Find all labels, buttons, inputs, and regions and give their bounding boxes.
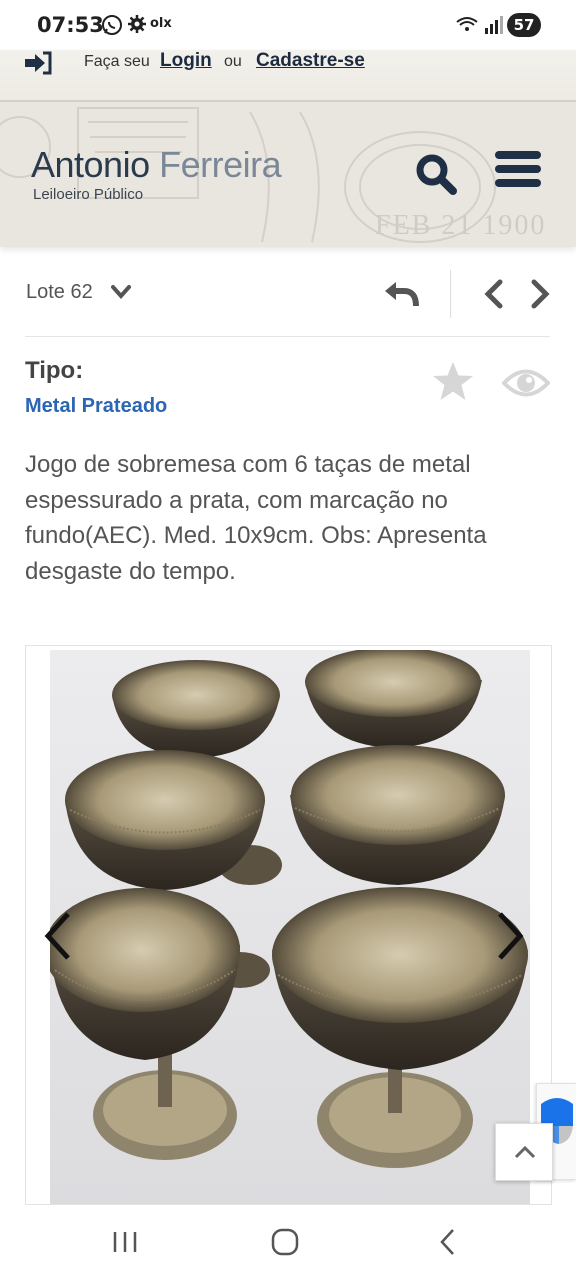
chevron-down-icon[interactable] (110, 284, 132, 300)
sign-in-icon[interactable] (23, 51, 53, 75)
lot-navigation: Lote 62 (0, 268, 576, 318)
login-link[interactable]: Login (160, 50, 212, 72)
chevron-right-icon[interactable] (528, 278, 552, 310)
lot-description: Jogo de sobremesa com 6 taças de metal e… (25, 451, 487, 585)
star-icon[interactable] (430, 360, 476, 404)
home-icon[interactable] (270, 1227, 300, 1257)
recents-icon[interactable] (110, 1227, 140, 1257)
register-link[interactable]: Cadastre-se (256, 50, 365, 72)
status-time: 07:53 (37, 13, 104, 37)
brand-logo[interactable]: Antonio Ferreira (31, 144, 282, 186)
brand-last: Ferreira (159, 144, 282, 185)
olx-notification: olx (150, 16, 172, 31)
chevron-left-icon[interactable] (482, 278, 506, 310)
back-to-top-button[interactable] (495, 1123, 553, 1181)
signal-icon (456, 16, 503, 34)
whatsapp-icon (102, 15, 122, 35)
eye-icon[interactable] (502, 366, 550, 400)
battery-indicator: 57 (507, 13, 541, 37)
status-bar: 07:53 olx 57 (0, 0, 576, 50)
settings-icon (128, 15, 146, 33)
nav-separator (450, 270, 451, 318)
signin-prefix: Faça seu (84, 53, 150, 70)
signin-connector: ou (224, 53, 242, 70)
row-divider (25, 336, 550, 337)
svg-text:FEB 21 1900: FEB 21 1900 (375, 210, 546, 241)
signin-bar: Faça seu Login ou Cadastre-se (0, 50, 576, 96)
brand-subtitle: Leiloeiro Público (33, 186, 144, 203)
gallery-prev-icon[interactable] (42, 910, 74, 962)
gallery-next-icon[interactable] (494, 910, 526, 962)
site-header: Faça seu Login ou Cadastre-se FEB 21 190… (0, 50, 576, 247)
back-icon[interactable] (433, 1227, 463, 1257)
lot-photo[interactable] (50, 650, 530, 1205)
menu-icon[interactable] (495, 151, 541, 191)
image-gallery[interactable] (25, 645, 552, 1205)
brand-first: Antonio (31, 144, 150, 185)
type-value[interactable]: Metal Prateado (25, 395, 167, 418)
search-icon[interactable] (414, 152, 458, 196)
type-label: Tipo: (25, 357, 84, 384)
reply-icon[interactable] (382, 278, 420, 310)
system-navigation-bar (0, 1205, 576, 1280)
lot-selector[interactable]: Lote 62 (26, 281, 93, 304)
arrow-up-icon (514, 1145, 536, 1159)
